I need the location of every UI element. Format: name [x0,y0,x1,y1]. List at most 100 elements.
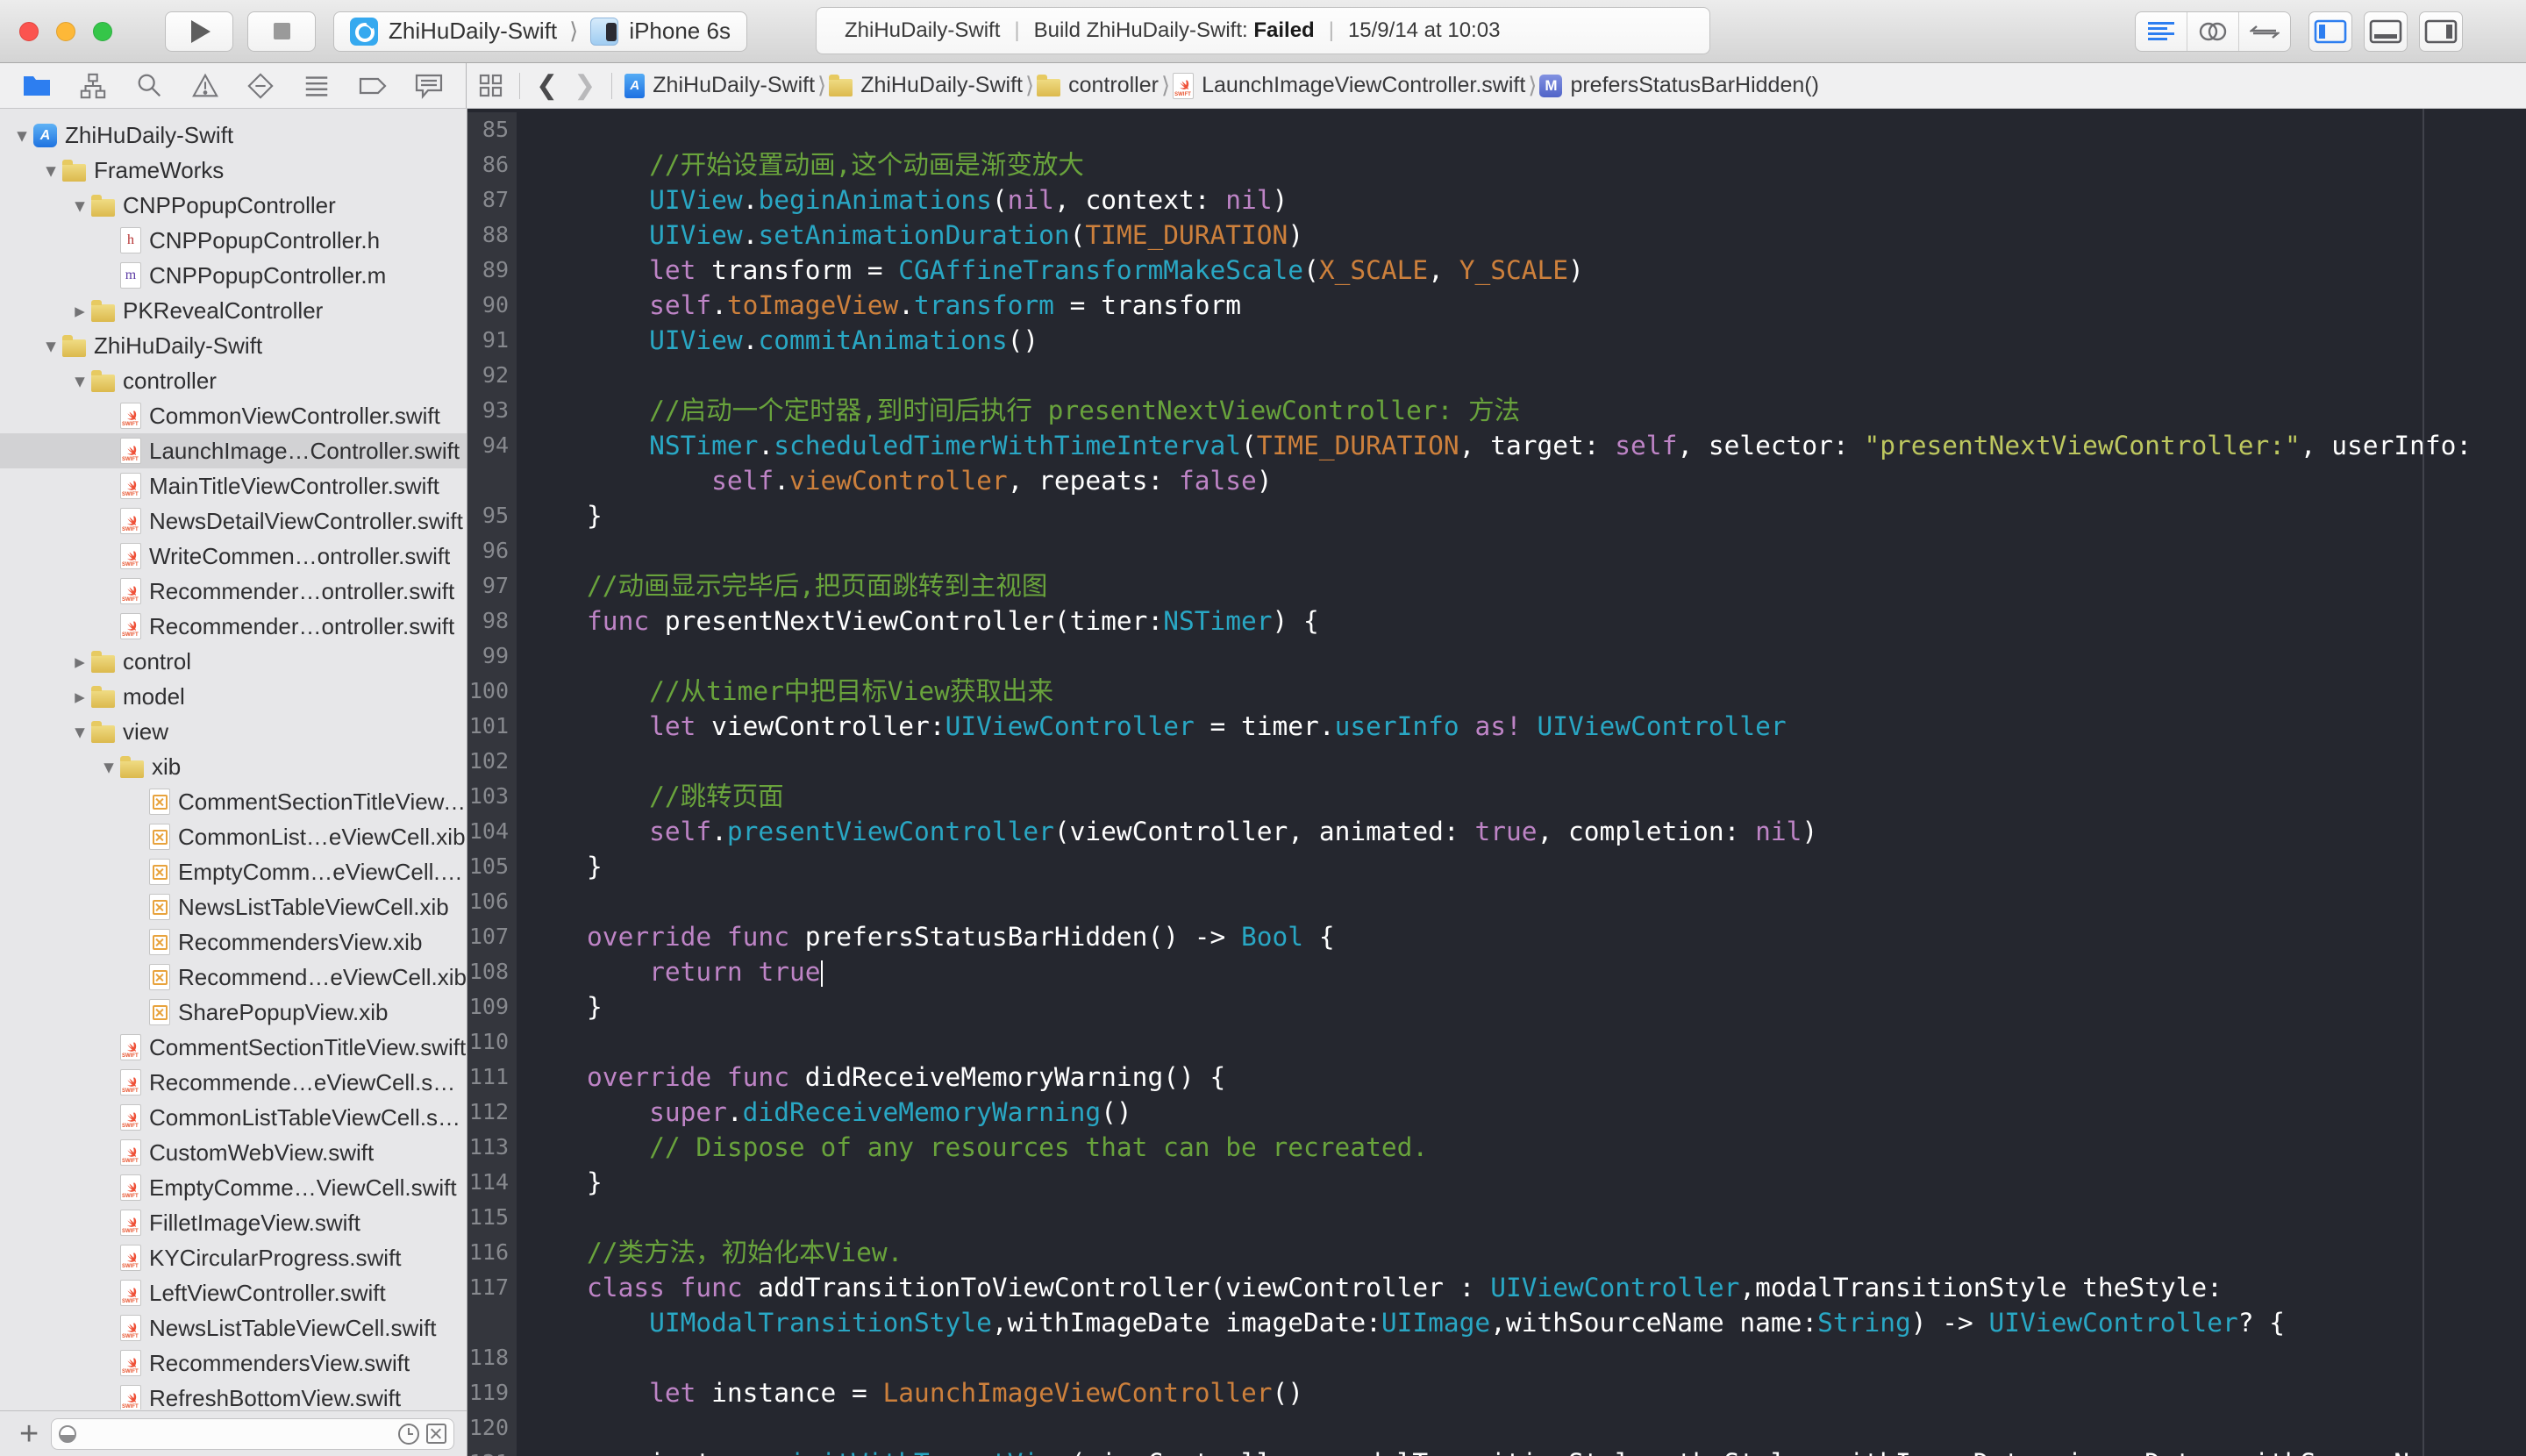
tree-row[interactable]: ▾ controller [0,363,467,398]
line-number[interactable]: 97 [467,568,517,603]
disclosure-triangle[interactable]: ▾ [68,720,91,744]
disclosure-triangle[interactable]: ▾ [97,755,120,779]
tree-row[interactable]: SWIFT WriteCommen…ontroller.swift [0,539,467,574]
line-number[interactable]: 108 [467,954,517,989]
tree-row[interactable]: SWIFT MainTitleViewController.swift [0,468,467,503]
line-number[interactable]: 91 [467,323,517,358]
line-number[interactable]: 119 [467,1375,517,1410]
code-line[interactable]: 101 let viewController:UIViewController … [467,709,2526,744]
code-line[interactable]: 110 [467,1024,2526,1060]
tree-row[interactable]: SWIFT LaunchImage…Controller.swift [0,433,467,468]
tree-row[interactable]: CommonList…eViewCell.xib [0,819,467,854]
code-line[interactable]: 87 UIView.beginAnimations(nil, context: … [467,182,2526,218]
tree-row[interactable]: ▾ A ZhiHuDaily-Swift [0,118,467,153]
code-line[interactable]: 86 //开始设置动画,这个动画是渐变放大 [467,147,2526,182]
line-number[interactable]: 118 [467,1340,517,1375]
tree-row[interactable]: EmptyComm…eViewCell.xib [0,854,467,889]
code-line[interactable]: 85 [467,112,2526,147]
line-number[interactable]: 113 [467,1130,517,1165]
code-line[interactable]: 113 // Dispose of any resources that can… [467,1130,2526,1165]
line-number[interactable]: 101 [467,709,517,744]
close-button[interactable] [19,21,39,41]
code-line[interactable]: 112 super.didReceiveMemoryWarning() [467,1095,2526,1130]
code-line[interactable]: 121 instance.initWithTargetView(viewCont… [467,1445,2526,1456]
code-line[interactable]: 88 UIView.setAnimationDuration(TIME_DURA… [467,218,2526,253]
line-number[interactable]: 96 [467,533,517,568]
tree-row[interactable]: ▸ model [0,679,467,714]
code-line[interactable]: 102 [467,744,2526,779]
stop-button[interactable] [247,11,316,52]
tree-row[interactable]: SWIFT CommonListTableViewCell.swift [0,1100,467,1135]
line-number[interactable]: 86 [467,147,517,182]
line-number[interactable]: 114 [467,1165,517,1200]
code-line[interactable]: 98 func presentNextViewController(timer:… [467,603,2526,639]
tree-row[interactable]: h CNPPopupController.h [0,223,467,258]
tree-row[interactable]: SWIFT NewsListTableViewCell.swift [0,1310,467,1345]
tree-row[interactable]: ▾ FrameWorks [0,153,467,188]
report-navigator-tab[interactable] [413,70,445,102]
line-number[interactable]: 100 [467,674,517,709]
tree-row[interactable]: SWIFT RecommendersView.swift [0,1345,467,1381]
disclosure-triangle[interactable]: ▾ [68,194,91,218]
line-number[interactable]: 105 [467,849,517,884]
code-line[interactable]: 103 //跳转页面 [467,779,2526,814]
issue-navigator-tab[interactable] [189,70,221,102]
code-line[interactable]: 99 [467,639,2526,674]
tree-row[interactable]: m CNPPopupController.m [0,258,467,293]
code-line[interactable]: 91 UIView.commitAnimations() [467,323,2526,358]
code-line[interactable]: 92 [467,358,2526,393]
search-navigator-tab[interactable] [133,70,165,102]
tree-row[interactable]: RecommendersView.xib [0,924,467,960]
tree-row[interactable]: SWIFT KYCircularProgress.swift [0,1240,467,1275]
toggle-debug-area-button[interactable] [2364,11,2408,52]
disclosure-triangle[interactable]: ▾ [39,159,62,182]
line-number[interactable]: 121 [467,1445,517,1456]
line-number[interactable]: 102 [467,744,517,779]
line-number[interactable] [467,463,517,498]
tree-row[interactable]: SWIFT CustomWebView.swift [0,1135,467,1170]
test-navigator-tab[interactable] [245,70,276,102]
code-line[interactable]: 96 [467,533,2526,568]
line-number[interactable]: 93 [467,393,517,428]
line-number[interactable]: 94 [467,428,517,463]
code-line[interactable]: 105 } [467,849,2526,884]
breadcrumb-item[interactable]: SWIFT LaunchImageViewController.swift [1173,72,1525,99]
line-number[interactable]: 111 [467,1060,517,1095]
breadcrumb-item[interactable]: MprefersStatusBarHidden() [1539,73,1819,98]
tree-row[interactable]: SWIFT Recommender…ontroller.swift [0,609,467,644]
line-number[interactable]: 112 [467,1095,517,1130]
line-number[interactable]: 88 [467,218,517,253]
tree-row[interactable]: SWIFT Recommende…eViewCell.swift [0,1065,467,1100]
code-line[interactable]: 100 //从timer中把目标View获取出来 [467,674,2526,709]
tree-row[interactable]: ▸ control [0,644,467,679]
line-number[interactable]: 85 [467,112,517,147]
run-button[interactable] [165,11,233,52]
assistant-editor-button[interactable] [2187,12,2239,51]
code-line[interactable]: 107 override func prefersStatusBarHidden… [467,919,2526,954]
tree-row[interactable]: SWIFT CommonViewController.swift [0,398,467,433]
tree-row[interactable]: ▾ ZhiHuDaily-Swift [0,328,467,363]
source-editor[interactable]: 85 86 //开始设置动画,这个动画是渐变放大 87 UIView.beginAn… [467,109,2526,1456]
code-line[interactable]: 118 [467,1340,2526,1375]
line-number[interactable]: 98 [467,603,517,639]
standard-editor-button[interactable] [2136,12,2187,51]
breadcrumb-item[interactable]: ZhiHuDaily-Swift [829,73,1023,98]
zoom-button[interactable] [93,21,112,41]
symbol-navigator-tab[interactable] [77,70,109,102]
line-number[interactable]: 117 [467,1270,517,1305]
debug-navigator-tab[interactable] [301,70,332,102]
tree-row[interactable]: ▸ PKRevealController [0,293,467,328]
code-line[interactable]: 119 let instance = LaunchImageViewContro… [467,1375,2526,1410]
tree-row[interactable]: SWIFT EmptyComme…ViewCell.swift [0,1170,467,1205]
disclosure-triangle[interactable]: ▸ [68,685,91,709]
code-line[interactable]: 94 NSTimer.scheduledTimerWithTimeInterva… [467,428,2526,463]
code-line[interactable]: UIModalTransitionStyle,withImageDate ima… [467,1305,2526,1340]
line-number[interactable]: 110 [467,1024,517,1060]
tree-row[interactable]: CommentSectionTitleView.xib [0,784,467,819]
version-editor-button[interactable] [2239,12,2290,51]
line-number[interactable]: 95 [467,498,517,533]
go-forward-button[interactable]: ❯ [570,70,599,101]
code-line[interactable]: 104 self.presentViewController(viewContr… [467,814,2526,849]
breadcrumb-item[interactable]: A ZhiHuDaily-Swift [624,73,815,98]
line-number[interactable]: 92 [467,358,517,393]
